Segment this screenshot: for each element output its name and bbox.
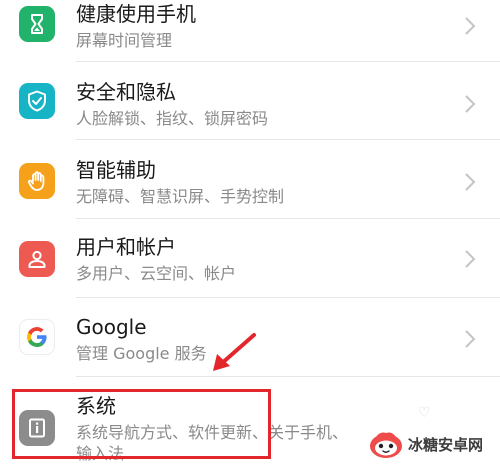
watermark: 冰糖安卓网 xyxy=(368,426,500,462)
settings-item-users-accounts[interactable]: 用户和帐户 多用户、云空间、帐户 xyxy=(0,219,500,298)
settings-item-subtitle: 屏幕时间管理 xyxy=(76,31,173,50)
chevron-right-icon xyxy=(465,173,476,191)
shield-check-icon xyxy=(19,83,55,119)
chevron-right-icon xyxy=(465,330,476,348)
settings-item-subtitle: 人脸解锁、指纹、锁屏密码 xyxy=(76,109,269,128)
settings-item-smart-assistance[interactable]: 智能辅助 无障碍、智慧识屏、手势控制 xyxy=(0,140,500,219)
settings-item-subtitle: 无障碍、智慧识屏、手势控制 xyxy=(76,187,285,206)
hourglass-icon xyxy=(19,6,55,42)
chevron-right-icon xyxy=(465,250,476,268)
settings-item-subtitle: 管理 Google 服务 xyxy=(76,344,207,363)
chevron-right-icon xyxy=(465,95,476,113)
faint-heart-icon: ♡ xyxy=(418,405,431,421)
settings-item-title: 用户和帐户 xyxy=(76,235,176,259)
settings-item-title: 智能辅助 xyxy=(76,158,156,182)
mascot-logo-icon xyxy=(370,432,402,458)
user-icon xyxy=(19,241,55,277)
hand-icon xyxy=(19,163,55,199)
settings-item-title: Google xyxy=(76,315,147,339)
settings-item-security-privacy[interactable]: 安全和隐私 人脸解锁、指纹、锁屏密码 xyxy=(0,62,500,140)
settings-item-title: 健康使用手机 xyxy=(76,2,196,26)
annotation-arrow-icon xyxy=(213,333,256,371)
settings-item-subtitle: 多用户、云空间、帐户 xyxy=(76,264,237,283)
google-icon xyxy=(19,319,55,355)
watermark-text: 冰糖安卓网 xyxy=(408,435,484,454)
settings-item-title: 安全和隐私 xyxy=(76,80,176,104)
highlight-box xyxy=(12,389,271,459)
chevron-right-icon xyxy=(465,17,476,35)
